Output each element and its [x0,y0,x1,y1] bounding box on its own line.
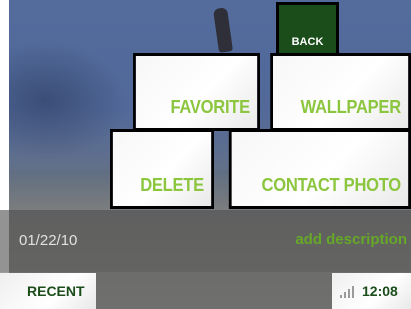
clock: 12:08 [362,283,398,299]
favorite-button[interactable]: FAVORITE [133,53,260,131]
photo-date: 01/22/10 [19,232,78,249]
contact-photo-label: CONTACT PHOTO [261,175,402,195]
wallpaper-label: WALLPAPER [300,97,402,117]
favorite-label: FAVORITE [170,97,251,117]
signal-bars-icon [340,284,354,298]
delete-label: DELETE [140,175,204,195]
status-area: 12:08 [332,273,411,309]
recent-button[interactable]: RECENT [0,273,96,309]
photo-figure [213,7,233,53]
wallpaper-button[interactable]: WALLPAPER [270,53,411,131]
add-description-link[interactable]: add description [295,231,407,248]
contact-photo-button[interactable]: CONTACT PHOTO [228,129,411,209]
recent-label: RECENT [27,283,85,299]
back-button[interactable]: BACK [276,2,339,54]
back-button-label: BACK [291,36,324,48]
delete-button[interactable]: DELETE [110,129,214,209]
